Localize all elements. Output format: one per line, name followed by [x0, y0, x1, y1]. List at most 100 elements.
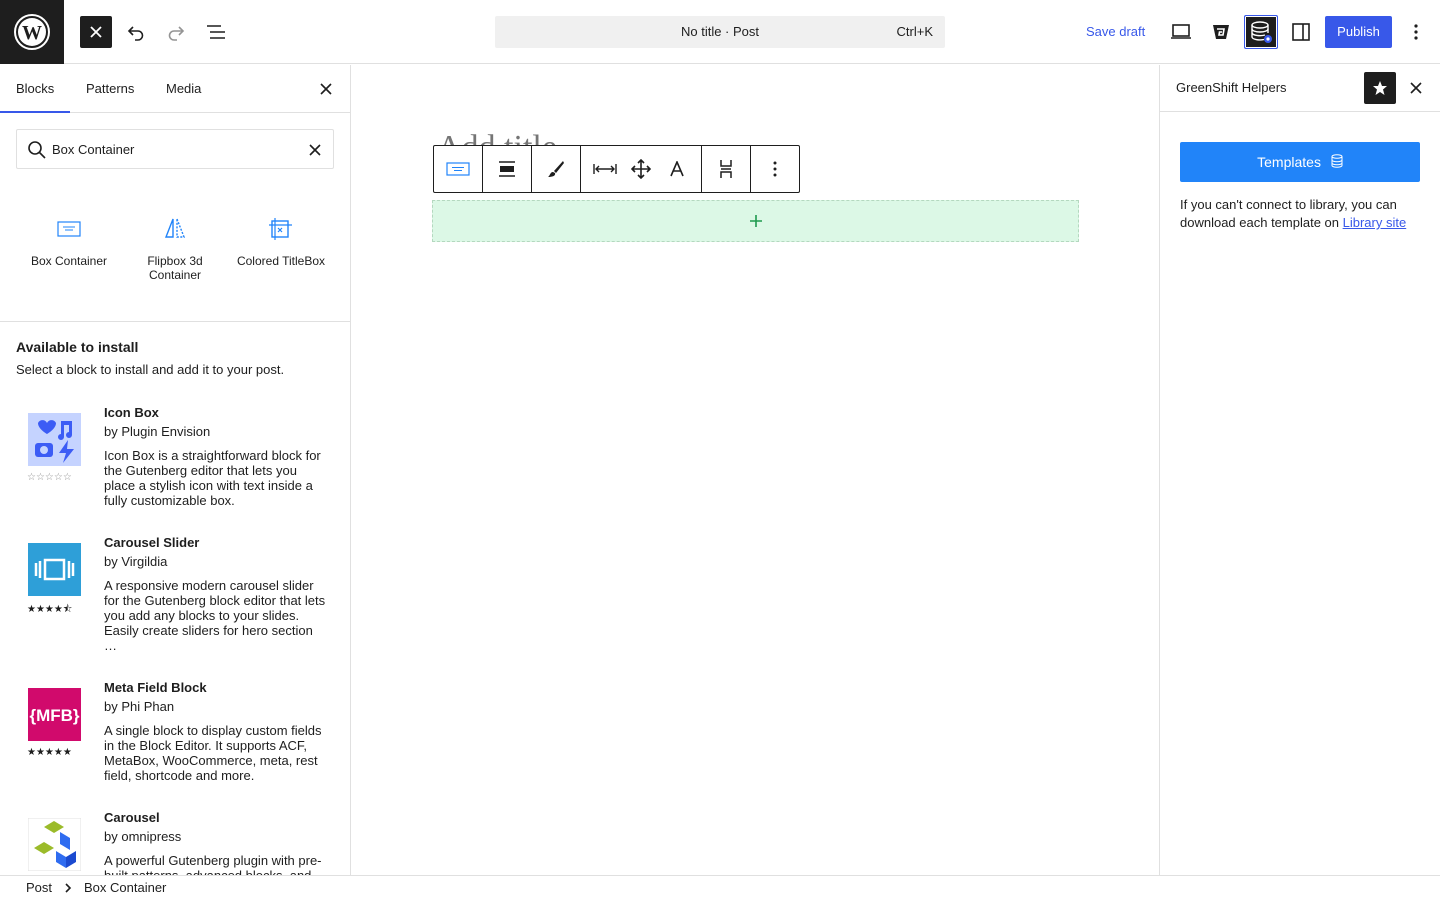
- settings-toggle-button[interactable]: [1285, 16, 1317, 48]
- colored-titlebox-icon: [269, 218, 292, 240]
- close-icon: [320, 83, 332, 95]
- block-result-label: Colored TitleBox: [236, 254, 326, 268]
- command-palette-bar[interactable]: No title · Post Ctrl+K: [495, 16, 945, 48]
- carousel-slider-plugin-icon: [28, 543, 81, 596]
- publish-button[interactable]: Publish: [1325, 16, 1392, 48]
- rating-stars: ☆☆☆☆☆: [27, 472, 72, 483]
- svg-text:{MFB}: {MFB}: [29, 706, 79, 725]
- block-result-flipbox[interactable]: Flipbox 3d Container: [122, 217, 228, 282]
- document-title: No title · Post: [680, 24, 760, 39]
- box-container-block[interactable]: [432, 200, 1079, 242]
- more-vertical-icon: [773, 161, 777, 177]
- document-overview-button[interactable]: [200, 16, 232, 48]
- breadcrumb-box-container[interactable]: Box Container: [84, 876, 166, 900]
- close-icon: [90, 26, 102, 38]
- active-tab-indicator: [0, 111, 70, 113]
- plus-icon: [750, 215, 762, 227]
- spacing-button[interactable]: [714, 157, 738, 181]
- database-icon: [1251, 21, 1272, 43]
- toolbar-group-layout: [581, 146, 702, 192]
- pin-sidebar-button[interactable]: [1364, 72, 1396, 104]
- width-arrows-icon: [593, 164, 617, 174]
- available-to-install-description: Select a block to install and add it to …: [16, 362, 285, 377]
- close-panel-button[interactable]: [314, 77, 338, 101]
- block-inserter-panel: Blocks Patterns Media Box Container Flip…: [0, 65, 351, 875]
- block-search: [16, 129, 334, 169]
- clear-search-button[interactable]: [305, 140, 325, 160]
- rating-stars: ★★★★★: [27, 747, 72, 758]
- move-icon: [631, 159, 651, 179]
- preview-button[interactable]: [1165, 16, 1197, 48]
- close-icon: [1410, 82, 1422, 94]
- toolbar-group-spacing: [702, 146, 751, 192]
- spacing-icon: [720, 160, 732, 178]
- plugin-author: by Phi Phan: [104, 699, 175, 714]
- close-inserter-button[interactable]: [80, 16, 112, 48]
- plugin-name: Carousel Slider: [104, 535, 200, 550]
- block-result-box-container[interactable]: Box Container: [16, 217, 122, 268]
- options-menu-button[interactable]: [1400, 16, 1432, 48]
- wordpress-logo-icon[interactable]: W: [0, 0, 64, 64]
- block-result-colored-titlebox[interactable]: Colored TitleBox: [228, 217, 334, 268]
- sidebar-title: GreenShift Helpers: [1176, 80, 1287, 95]
- plugin-author: by Plugin Envision: [104, 424, 211, 439]
- block-toolbar: [433, 145, 800, 193]
- database-icon: [1331, 154, 1343, 168]
- icon-box-plugin-icon: [28, 413, 81, 466]
- block-options-button[interactable]: [763, 157, 787, 181]
- redo-button[interactable]: [160, 16, 192, 48]
- chevron-right-icon: [64, 876, 72, 900]
- plugin-description: Icon Box is a straightforward block for …: [104, 448, 321, 508]
- rating-stars: ★★★★⯪: [27, 604, 73, 615]
- block-type-button[interactable]: [446, 157, 470, 181]
- redo-icon: [168, 26, 185, 41]
- plugin-name: Carousel: [104, 810, 160, 825]
- library-site-link[interactable]: Library site: [1343, 215, 1407, 230]
- editor-canvas: Add title: [351, 65, 1159, 875]
- sidebar-icon: [1292, 23, 1310, 41]
- greenshift-logo-icon: [1213, 25, 1229, 39]
- search-input[interactable]: [52, 130, 302, 168]
- block-breadcrumb: Post Box Container: [0, 875, 1440, 900]
- breadcrumb-post[interactable]: Post: [26, 876, 52, 900]
- svg-text:W: W: [22, 22, 42, 44]
- block-result-label: Box Container: [30, 254, 108, 268]
- star-icon: [1373, 81, 1387, 95]
- desktop-icon: [1171, 24, 1191, 39]
- divider: [0, 321, 350, 322]
- toolbar-group-align: [483, 146, 532, 192]
- plugin-author: by Virgildia: [104, 554, 168, 569]
- tab-patterns[interactable]: Patterns: [86, 65, 134, 113]
- style-button[interactable]: [544, 157, 568, 181]
- move-button[interactable]: [629, 157, 653, 181]
- close-sidebar-button[interactable]: [1404, 76, 1428, 100]
- search-icon: [28, 141, 46, 159]
- undo-button[interactable]: [120, 16, 152, 48]
- tab-blocks[interactable]: Blocks: [16, 65, 54, 113]
- plugin-description: A powerful Gutenberg plugin with pre-bui…: [104, 853, 322, 875]
- plugin-author: by omnipress: [104, 829, 182, 844]
- toolbar-group-parent: [434, 146, 483, 192]
- close-icon: [309, 144, 321, 156]
- save-draft-button[interactable]: Save draft: [1076, 16, 1155, 48]
- library-info-text: If you can't connect to library, you can…: [1180, 196, 1420, 232]
- width-button[interactable]: [593, 157, 617, 181]
- templates-button[interactable]: Templates: [1180, 142, 1420, 182]
- greenshift-button[interactable]: [1205, 16, 1237, 48]
- plugin-description: A responsive modern carousel slider for …: [104, 578, 326, 653]
- inserter-tabs: Blocks Patterns Media: [0, 65, 350, 113]
- typography-button[interactable]: [665, 157, 689, 181]
- tab-media[interactable]: Media: [166, 65, 201, 113]
- greenshift-helpers-button[interactable]: [1244, 15, 1278, 49]
- toolbar-group-style: [532, 146, 581, 192]
- plugin-name: Meta Field Block: [104, 680, 207, 695]
- meta-field-block-plugin-icon: {MFB}: [28, 688, 81, 741]
- keyboard-shortcut: Ctrl+K: [896, 24, 933, 39]
- toolbar-group-options: [751, 146, 799, 192]
- add-block-button[interactable]: [744, 209, 768, 233]
- brush-icon: [548, 161, 564, 177]
- greenshift-helpers-sidebar: GreenShift Helpers Templates If you can'…: [1159, 65, 1440, 875]
- align-button[interactable]: [495, 157, 519, 181]
- carousel-plugin-icon: [28, 818, 81, 871]
- templates-label: Templates: [1257, 154, 1321, 170]
